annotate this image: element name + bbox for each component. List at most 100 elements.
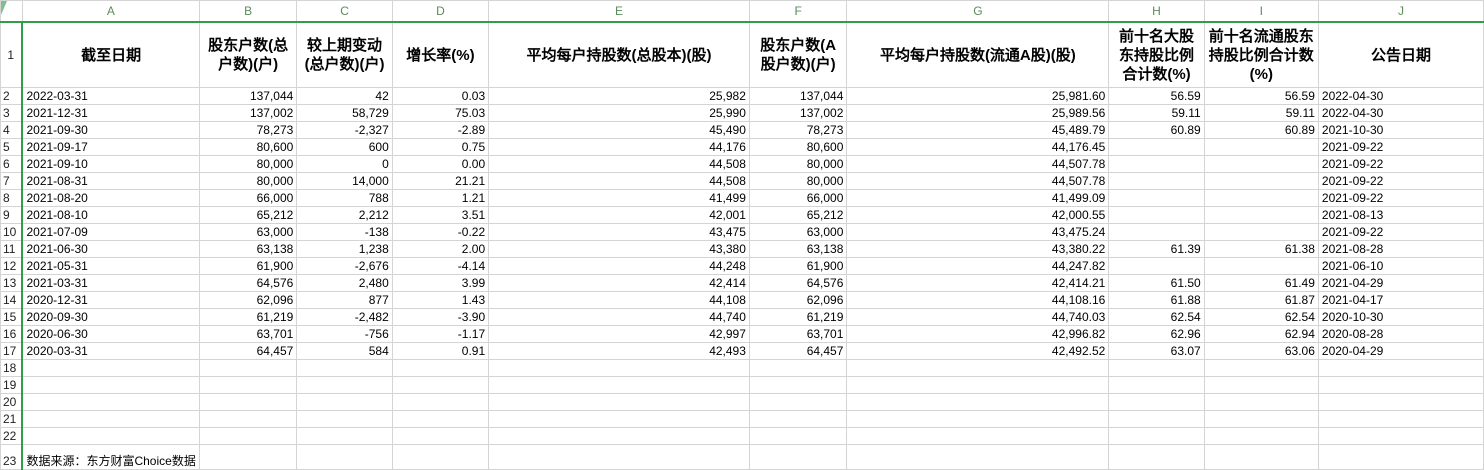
data-cell[interactable]: 42 <box>296 87 393 105</box>
data-cell[interactable]: 600 <box>296 138 393 156</box>
data-cell[interactable]: 62.54 <box>1108 308 1205 326</box>
data-cell[interactable]: -756 <box>296 325 393 343</box>
data-cell[interactable]: 62.96 <box>1108 325 1205 343</box>
data-cell[interactable]: 64,576 <box>748 274 848 292</box>
data-cell[interactable]: 2021-08-20 <box>21 189 200 207</box>
row-header[interactable]: 6 <box>0 155 24 173</box>
data-cell[interactable]: 0.75 <box>391 138 490 156</box>
header-cell[interactable]: 公告日期 <box>1317 21 1484 88</box>
data-cell[interactable]: 44,247.82 <box>846 257 1110 275</box>
header-cell[interactable]: 截至日期 <box>21 21 200 88</box>
data-cell[interactable]: 61,219 <box>748 308 848 326</box>
data-cell[interactable]: 44,108.16 <box>846 291 1110 309</box>
empty-cell[interactable] <box>21 376 200 394</box>
data-cell[interactable]: 2021-09-22 <box>1317 223 1484 241</box>
data-cell[interactable]: 60.89 <box>1203 121 1319 139</box>
data-cell[interactable]: 2021-10-30 <box>1317 121 1484 139</box>
data-cell[interactable] <box>1203 257 1319 275</box>
data-cell[interactable]: 3.51 <box>391 206 490 224</box>
empty-cell[interactable] <box>748 427 848 445</box>
data-cell[interactable]: 3.99 <box>391 274 490 292</box>
data-cell[interactable]: 44,508 <box>488 172 750 190</box>
data-cell[interactable] <box>1108 257 1205 275</box>
data-cell[interactable]: 42,414.21 <box>846 274 1110 292</box>
data-cell[interactable]: 61,219 <box>198 308 298 326</box>
data-cell[interactable]: 2021-09-17 <box>21 138 200 156</box>
data-cell[interactable]: 75.03 <box>391 104 490 122</box>
empty-cell[interactable] <box>748 376 848 394</box>
empty-cell[interactable] <box>296 393 393 411</box>
row-header[interactable]: 9 <box>0 206 24 224</box>
row-header[interactable]: 21 <box>0 410 24 428</box>
data-cell[interactable]: 44,176 <box>488 138 750 156</box>
data-cell[interactable]: 42,000.55 <box>846 206 1110 224</box>
empty-cell[interactable] <box>488 359 750 377</box>
data-cell[interactable]: 44,740 <box>488 308 750 326</box>
data-cell[interactable]: 63,701 <box>748 325 848 343</box>
row-header[interactable]: 10 <box>0 223 24 241</box>
header-cell[interactable]: 较上期变动(总户数)(户) <box>296 21 393 88</box>
data-cell[interactable]: 2021-08-13 <box>1317 206 1484 224</box>
data-cell[interactable]: 42,996.82 <box>846 325 1110 343</box>
column-header-b[interactable]: B <box>198 0 298 23</box>
column-header-h[interactable]: H <box>1108 0 1205 23</box>
empty-cell[interactable] <box>296 359 393 377</box>
header-cell[interactable]: 平均每户持股数(流通A股)(股) <box>846 21 1110 88</box>
data-cell[interactable]: -3.90 <box>391 308 490 326</box>
row-header[interactable]: 8 <box>0 189 24 207</box>
data-cell[interactable]: 42,493 <box>488 342 750 360</box>
data-cell[interactable]: 2021-08-28 <box>1317 240 1484 258</box>
data-cell[interactable]: 2022-03-31 <box>21 87 200 105</box>
data-cell[interactable]: 2,212 <box>296 206 393 224</box>
data-cell[interactable]: -138 <box>296 223 393 241</box>
data-cell[interactable]: 44,248 <box>488 257 750 275</box>
data-cell[interactable]: 41,499 <box>488 189 750 207</box>
data-cell[interactable]: 64,457 <box>198 342 298 360</box>
empty-cell[interactable] <box>846 393 1110 411</box>
empty-cell[interactable] <box>488 393 750 411</box>
data-cell[interactable]: 2021-06-10 <box>1317 257 1484 275</box>
column-header-f[interactable]: F <box>748 0 848 23</box>
data-cell[interactable]: 62.54 <box>1203 308 1319 326</box>
data-cell[interactable]: 80,600 <box>198 138 298 156</box>
row-header[interactable]: 13 <box>0 274 24 292</box>
data-cell[interactable]: -2,482 <box>296 308 393 326</box>
empty-cell[interactable] <box>198 393 298 411</box>
header-cell[interactable]: 增长率(%) <box>391 21 490 88</box>
data-cell[interactable]: 2021-06-30 <box>21 240 200 258</box>
empty-cell[interactable] <box>488 427 750 445</box>
empty-cell[interactable] <box>296 376 393 394</box>
row-header[interactable]: 19 <box>0 376 24 394</box>
row-header[interactable]: 15 <box>0 308 24 326</box>
data-cell[interactable]: 2020-09-30 <box>21 308 200 326</box>
data-cell[interactable] <box>1108 206 1205 224</box>
data-cell[interactable]: 62,096 <box>748 291 848 309</box>
data-cell[interactable]: 14,000 <box>296 172 393 190</box>
select-all-corner[interactable] <box>0 0 23 23</box>
row-header[interactable]: 14 <box>0 291 24 309</box>
empty-cell[interactable] <box>391 410 490 428</box>
data-cell[interactable]: 61.87 <box>1203 291 1319 309</box>
data-cell[interactable]: 2022-04-30 <box>1317 104 1484 122</box>
data-cell[interactable]: 63,138 <box>748 240 848 258</box>
row-header[interactable]: 18 <box>0 359 24 377</box>
empty-cell[interactable] <box>391 376 490 394</box>
header-cell[interactable]: 平均每户持股数(总股本)(股) <box>488 21 750 88</box>
empty-cell[interactable] <box>846 427 1110 445</box>
empty-cell[interactable] <box>198 410 298 428</box>
data-cell[interactable]: 66,000 <box>198 189 298 207</box>
row-header[interactable]: 2 <box>0 87 24 105</box>
data-cell[interactable]: 58,729 <box>296 104 393 122</box>
empty-cell[interactable] <box>21 393 200 411</box>
data-cell[interactable]: 788 <box>296 189 393 207</box>
data-cell[interactable]: -0.22 <box>391 223 490 241</box>
data-cell[interactable]: 42,997 <box>488 325 750 343</box>
empty-cell[interactable] <box>1203 393 1319 411</box>
row-header[interactable]: 5 <box>0 138 24 156</box>
empty-cell[interactable] <box>21 427 200 445</box>
data-cell[interactable]: 80,000 <box>198 155 298 173</box>
data-cell[interactable]: 0.00 <box>391 155 490 173</box>
data-cell[interactable]: 42,001 <box>488 206 750 224</box>
data-cell[interactable]: -2.89 <box>391 121 490 139</box>
empty-cell[interactable] <box>1108 359 1205 377</box>
